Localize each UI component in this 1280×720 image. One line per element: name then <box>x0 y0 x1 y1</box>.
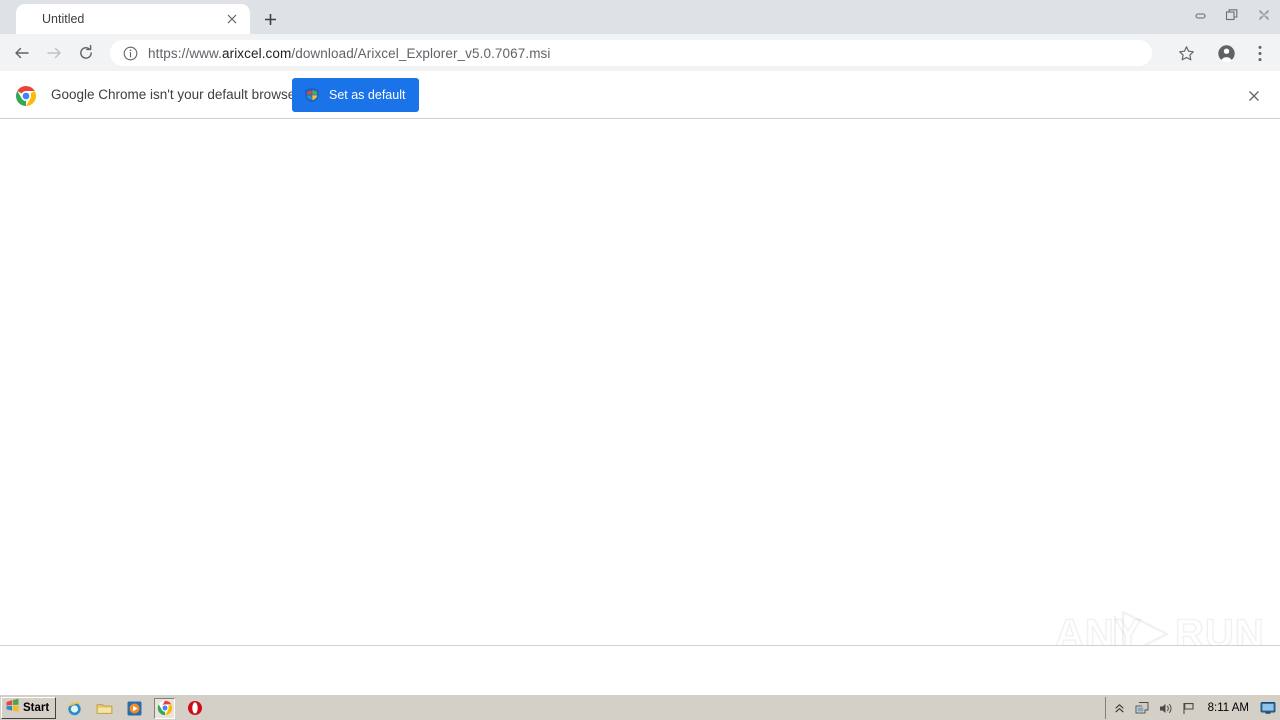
infobar-message: Google Chrome isn't your default browser <box>51 87 300 102</box>
browser-toolbar: https://www.arixcel.com/download/Arixcel… <box>0 34 1280 71</box>
windows-taskbar: Start 8:11 AM <box>0 694 1280 720</box>
info-icon[interactable] <box>122 45 138 61</box>
start-button-label: Start <box>23 702 50 714</box>
volume-icon[interactable] <box>1158 700 1174 716</box>
url-scheme: https://www. <box>148 45 222 61</box>
quick-launch-bar <box>64 697 205 719</box>
windows-shield-icon <box>304 87 320 103</box>
browser-window: Untitled https://www.arixcel.com/downloa… <box>0 0 1280 720</box>
taskbar-item-internet-explorer[interactable] <box>64 698 85 719</box>
tab-title: Untitled <box>42 12 85 26</box>
show-desktop-icon[interactable] <box>1260 700 1276 716</box>
set-as-default-label: Set as default <box>329 88 406 102</box>
browser-tab[interactable]: Untitled <box>16 4 250 34</box>
address-bar[interactable]: https://www.arixcel.com/download/Arixcel… <box>110 40 1152 66</box>
infobar-close-icon[interactable] <box>1243 85 1265 107</box>
windows-flag-icon <box>5 698 20 718</box>
set-as-default-button[interactable]: Set as default <box>292 78 419 112</box>
clock-time[interactable]: 8:11 AM <box>1208 702 1249 714</box>
tab-strip: Untitled <box>0 0 1280 34</box>
forward-icon[interactable] <box>40 39 68 67</box>
flag-icon[interactable] <box>1181 700 1197 716</box>
page-content <box>0 120 1280 645</box>
taskbar-item-google-chrome[interactable] <box>154 697 175 719</box>
network-icon[interactable] <box>1135 700 1151 716</box>
new-tab-button[interactable] <box>256 6 284 32</box>
system-tray: 8:11 AM <box>1104 697 1280 719</box>
back-icon[interactable] <box>8 39 36 67</box>
taskbar-item-file-explorer[interactable] <box>94 698 115 719</box>
taskbar-item-media-player[interactable] <box>124 698 145 719</box>
profile-avatar-icon[interactable] <box>1212 39 1240 67</box>
url-host: arixcel.com <box>221 45 292 61</box>
minimize-button[interactable] <box>1184 0 1216 30</box>
reload-icon[interactable] <box>72 39 100 67</box>
chrome-logo-icon <box>15 85 37 107</box>
tab-close-icon[interactable] <box>224 11 240 27</box>
window-controls <box>1184 0 1280 30</box>
tray-expand-icon[interactable] <box>1112 700 1128 716</box>
close-button[interactable] <box>1248 0 1280 30</box>
start-button[interactable]: Start <box>1 697 57 719</box>
taskbar-item-opera-browser[interactable] <box>184 698 205 719</box>
bookmark-star-icon[interactable] <box>1172 39 1200 67</box>
chrome-menu-icon[interactable] <box>1246 39 1274 67</box>
download-shelf <box>0 645 1280 694</box>
url-text: https://www.arixcel.com/download/Arixcel… <box>148 46 551 61</box>
restore-button[interactable] <box>1216 0 1248 30</box>
url-path: /download/Arixcel_Explorer_v5.0.7067.msi <box>291 45 551 61</box>
